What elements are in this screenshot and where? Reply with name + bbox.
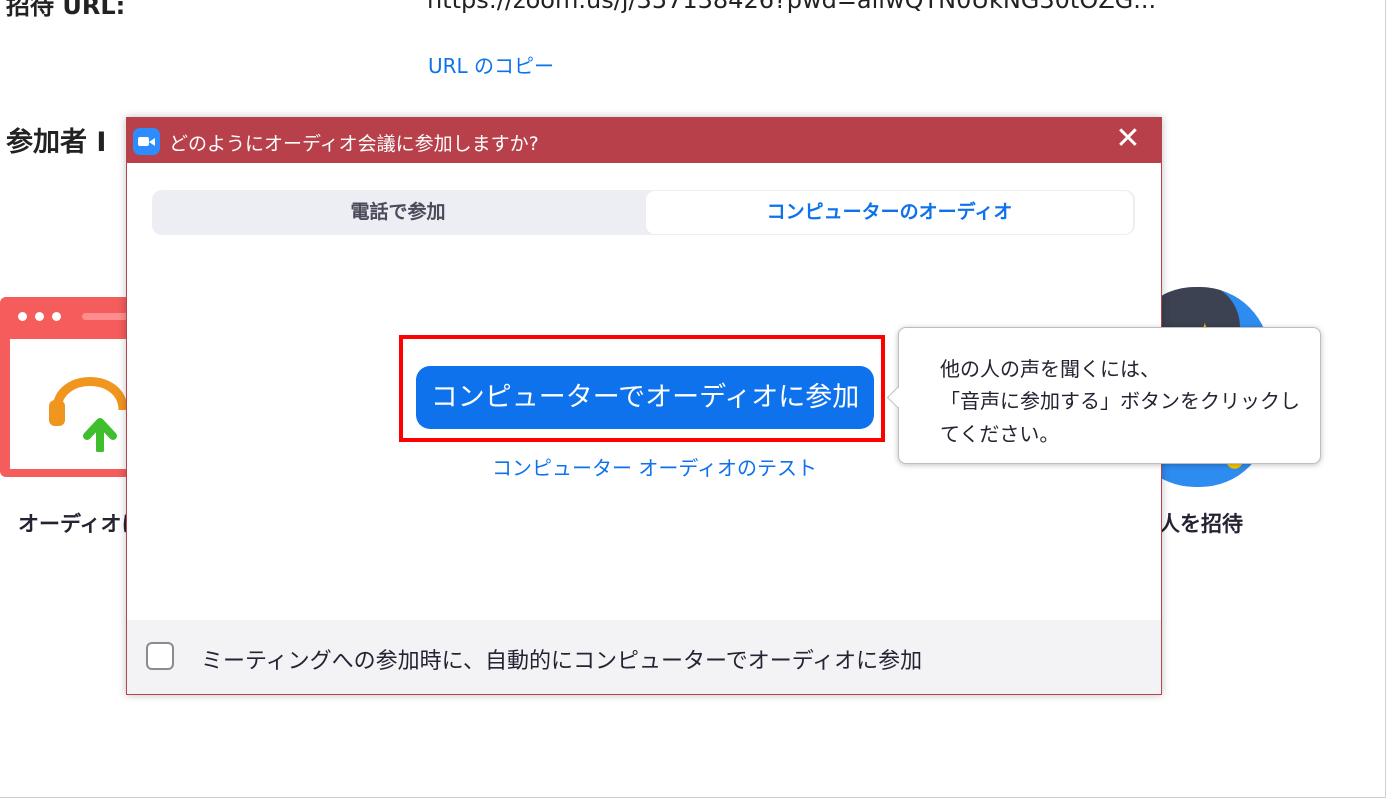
invite-url-value: https://zoom.us/j/357138426?pwd=allwQYN0…: [427, 0, 1157, 14]
dialog-title: どのようにオーディオ会議に参加しますか?: [169, 133, 539, 155]
tab-phone-call[interactable]: 電話で参加: [152, 190, 644, 235]
window-dot-icon: [52, 312, 61, 321]
tooltip-line: 「音声に参加する」ボタンをクリックし: [940, 389, 1300, 413]
zoom-logo-icon: [133, 128, 160, 155]
tooltip-line: 他の人の声を聞くには、: [940, 357, 1160, 381]
window-dot-icon: [35, 312, 44, 321]
copy-url-link[interactable]: URL のコピー: [428, 50, 554, 79]
audio-tabs: 電話で参加 コンピューターのオーディオ: [152, 190, 1135, 235]
test-computer-audio-link[interactable]: コンピューター オーディオのテスト: [492, 452, 817, 481]
hint-tooltip: 他の人の声を聞くには、 「音声に参加する」ボタンをクリックし てください。: [898, 327, 1321, 464]
tooltip-line: てください。: [940, 422, 1060, 446]
window-dot-icon: [18, 312, 27, 321]
dialog-footer: ミーティングへの参加時に、自動的にコンピューターでオーディオに参加: [127, 620, 1161, 694]
participant-id-label: 参加者 I: [6, 127, 107, 158]
join-computer-audio-button[interactable]: コンピューターでオーディオに参加: [416, 366, 874, 429]
dialog-titlebar: どのようにオーディオ会議に参加しますか? ✕: [127, 118, 1161, 163]
headphone-icon: [49, 377, 128, 452]
auto-join-label: ミーティングへの参加時に、自動的にコンピューターでオーディオに参加: [201, 649, 923, 674]
tab-computer-audio[interactable]: コンピューターのオーディオ: [646, 191, 1133, 234]
auto-join-checkbox[interactable]: [146, 642, 174, 670]
invite-url-label: 招待 URL:: [6, 0, 126, 20]
join-audio-label: オーディオに: [18, 512, 143, 536]
close-icon[interactable]: ✕: [1113, 124, 1143, 154]
invite-others-label: 人を招待: [1159, 512, 1243, 536]
